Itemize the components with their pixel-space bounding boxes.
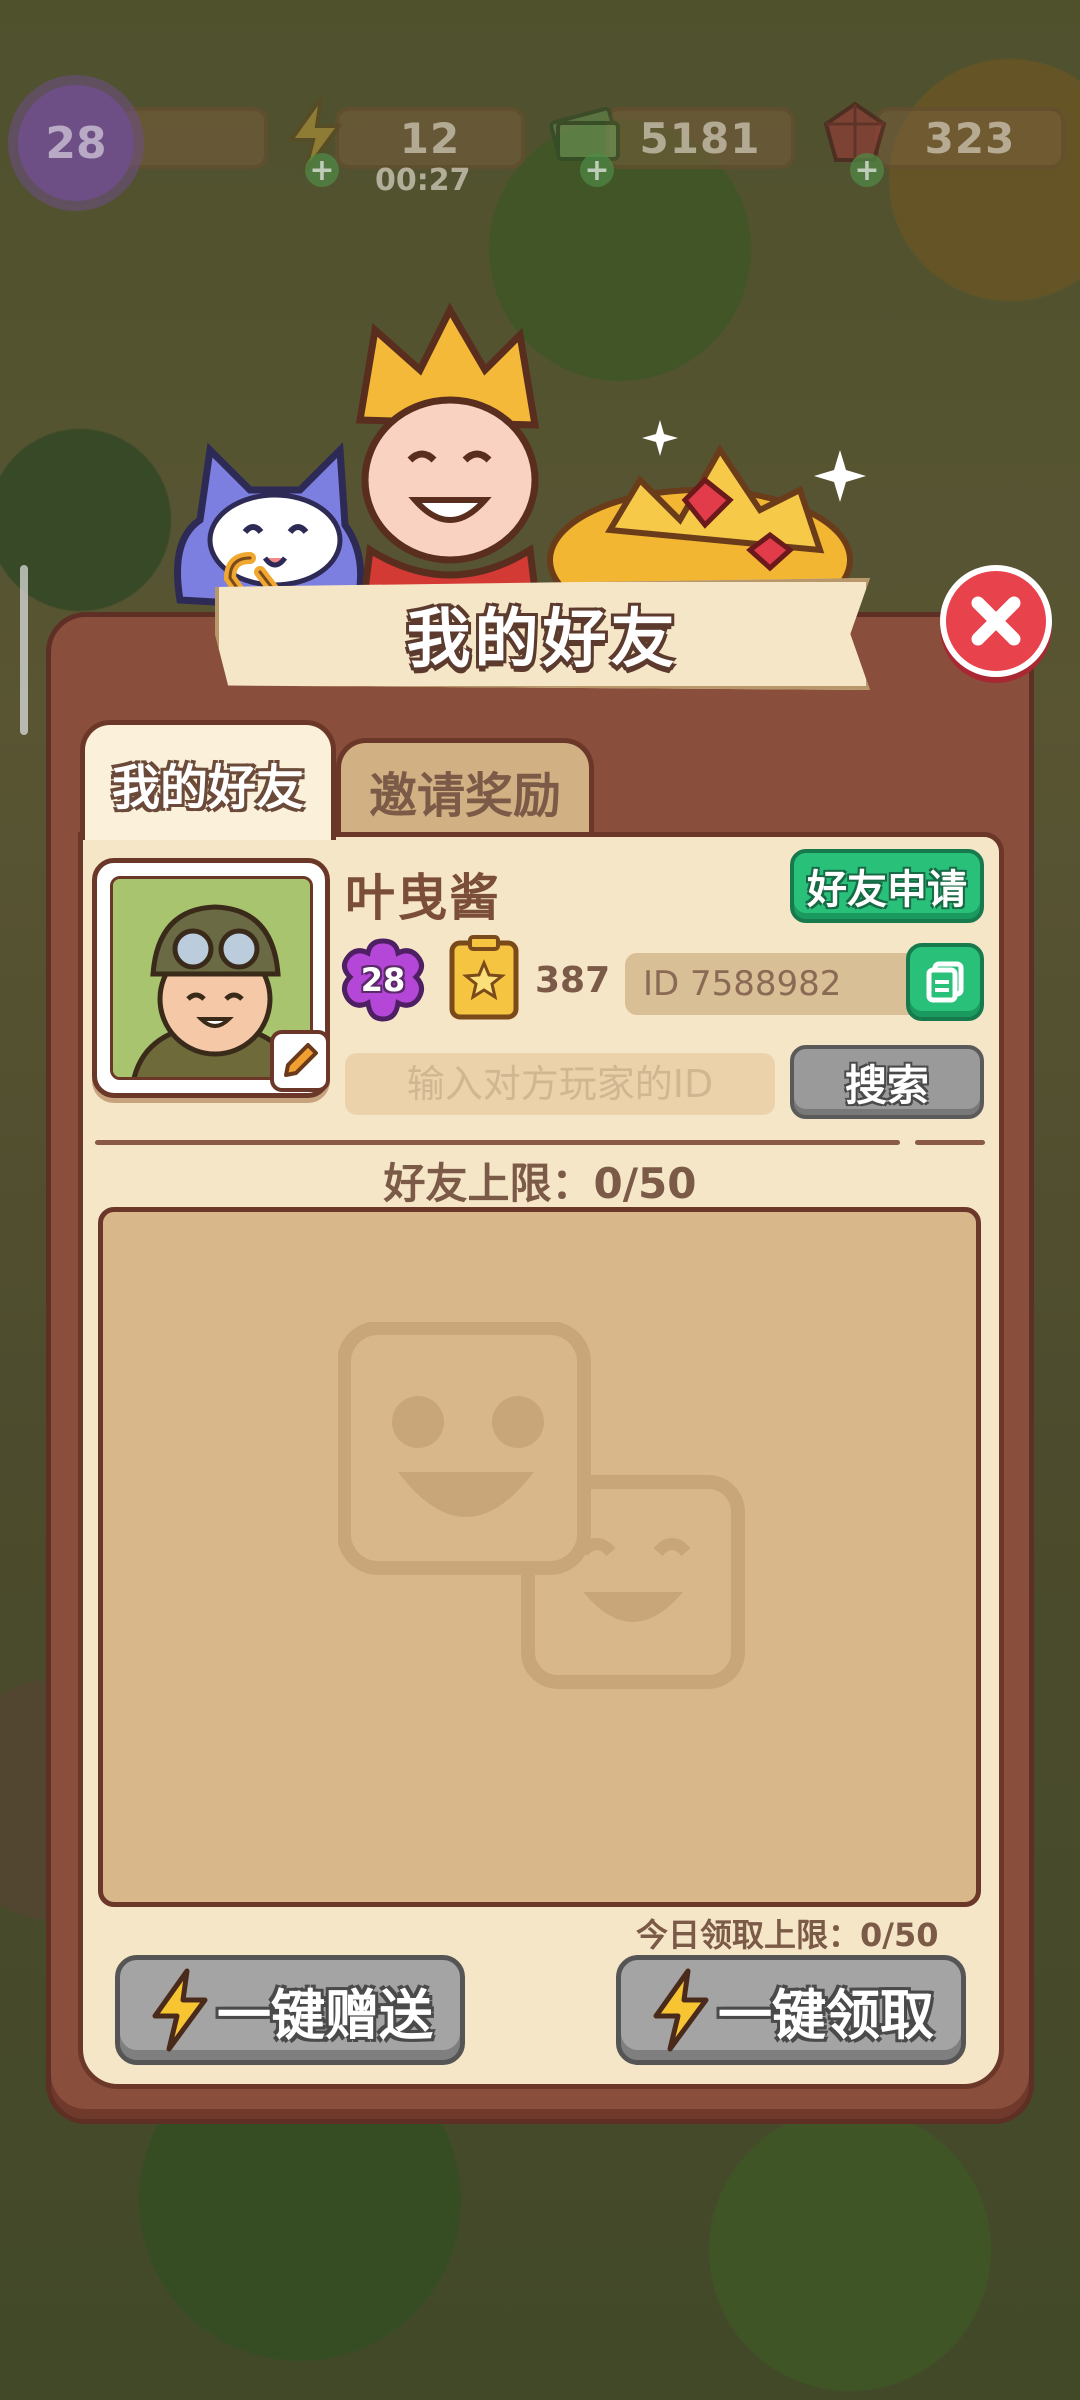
hud-level-value: 28 bbox=[45, 117, 107, 169]
tab-invite-rewards[interactable]: 邀请奖励 bbox=[336, 738, 594, 838]
cash-plus-icon[interactable]: + bbox=[580, 153, 614, 188]
level-progress-bar bbox=[118, 107, 268, 169]
energy-value: 12 bbox=[335, 107, 525, 169]
hud-energy[interactable]: 12 + 00:27 bbox=[275, 95, 535, 198]
dialog-title-banner: 我的好友 bbox=[215, 578, 870, 690]
cash-value: 5181 bbox=[605, 107, 795, 169]
divider-left bbox=[95, 1140, 900, 1145]
send-all-button[interactable]: 一键赠送 bbox=[115, 1955, 465, 2065]
lightning-icon bbox=[653, 1968, 709, 2052]
level-badge: 28 bbox=[338, 937, 428, 1023]
search-button[interactable]: 搜索 bbox=[790, 1045, 984, 1119]
hud-cash[interactable]: 5181 + bbox=[545, 95, 805, 188]
copy-id-button[interactable] bbox=[906, 943, 984, 1021]
hud-level: 28 bbox=[18, 85, 278, 201]
empty-friends-icon bbox=[338, 1322, 745, 1689]
energy-plus-icon[interactable]: + bbox=[305, 153, 339, 188]
gems-plus-icon[interactable]: + bbox=[850, 153, 884, 188]
edit-avatar-button[interactable] bbox=[270, 1030, 330, 1092]
send-all-label: 一键赠送 bbox=[217, 1983, 433, 2047]
card-count: 387 bbox=[535, 960, 611, 1001]
level-value: 28 bbox=[360, 961, 406, 999]
close-icon bbox=[971, 596, 1021, 646]
claim-all-label: 一键领取 bbox=[718, 1983, 934, 2047]
hud-gems[interactable]: 323 + bbox=[815, 95, 1075, 188]
dialog-title: 我的好友 bbox=[406, 603, 679, 677]
copy-icon bbox=[926, 961, 964, 1003]
friend-limit-text: 好友上限：0/50 bbox=[383, 1159, 697, 1208]
gems-value: 323 bbox=[875, 107, 1065, 169]
friend-request-button[interactable]: 好友申请 bbox=[790, 849, 984, 923]
player-name: 叶曳酱 bbox=[345, 869, 501, 927]
player-id-field: ID 7588982 bbox=[625, 953, 925, 1015]
claim-all-button[interactable]: 一键领取 bbox=[616, 1955, 966, 2065]
divider-right bbox=[915, 1140, 985, 1145]
level-flower-icon: 28 bbox=[18, 85, 134, 201]
tab-my-friends[interactable]: 我的好友 bbox=[80, 720, 336, 840]
daily-claim-limit: 今日领取上限：0/50 bbox=[636, 1916, 939, 1954]
king-character-icon bbox=[355, 302, 544, 630]
search-input[interactable] bbox=[345, 1053, 775, 1115]
lightning-icon bbox=[152, 1968, 208, 2052]
edit-pencil-icon bbox=[284, 1043, 318, 1077]
star-card-icon bbox=[449, 935, 519, 1020]
close-button[interactable] bbox=[940, 565, 1052, 677]
friends-list[interactable] bbox=[98, 1207, 981, 1907]
scroll-indicator bbox=[20, 565, 28, 735]
energy-timer: 00:27 bbox=[375, 163, 471, 198]
